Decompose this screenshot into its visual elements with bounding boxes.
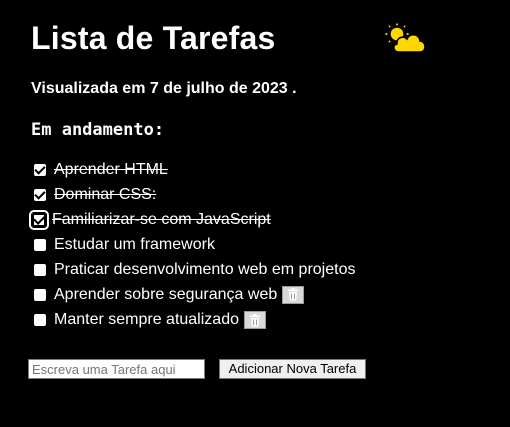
task-label: Aprender HTML [54, 160, 168, 178]
task-item: Estudar um framework [34, 232, 355, 257]
view-date: Visualizada em 7 de julho de 2023 . [31, 80, 297, 97]
task-checkbox[interactable] [34, 288, 46, 301]
task-label: Dominar CSS: [54, 185, 157, 203]
trash-icon [249, 313, 260, 326]
task-item: Aprender HTML [34, 157, 355, 182]
delete-task-button[interactable] [243, 311, 266, 329]
task-list: Aprender HTML Dominar CSS: Familiarizar-… [29, 157, 355, 333]
new-task-input[interactable] [28, 359, 205, 379]
task-checkbox[interactable] [34, 163, 46, 176]
add-task-button[interactable]: Adicionar Nova Tarefa [219, 359, 366, 379]
task-item: Dominar CSS: [34, 182, 355, 207]
task-item: Praticar desenvolvimento web em projetos [34, 257, 355, 282]
task-label: Aprender sobre segurança web [54, 285, 278, 303]
trash-icon [288, 288, 299, 301]
task-checkbox[interactable] [34, 314, 46, 326]
task-label: Familiarizar-se com JavaScript [52, 210, 271, 228]
task-item: Manter sempre atualizado [34, 307, 355, 333]
task-label: Praticar desenvolvimento web em projetos [54, 260, 356, 278]
task-checkbox[interactable] [34, 263, 46, 276]
task-label: Manter sempre atualizado [54, 311, 239, 328]
page-title: Lista de Tarefas [31, 20, 276, 56]
section-title-in-progress: Em andamento: [31, 120, 165, 140]
task-item: Aprender sobre segurança web [34, 282, 355, 307]
task-checkbox[interactable] [29, 209, 49, 230]
task-checkbox[interactable] [34, 188, 46, 201]
sun-behind-cloud-icon [381, 20, 426, 53]
task-checkbox[interactable] [34, 238, 46, 251]
task-label: Estudar um framework [54, 235, 215, 253]
task-item: Familiarizar-se com JavaScript [29, 207, 355, 232]
delete-task-button[interactable] [282, 285, 305, 304]
